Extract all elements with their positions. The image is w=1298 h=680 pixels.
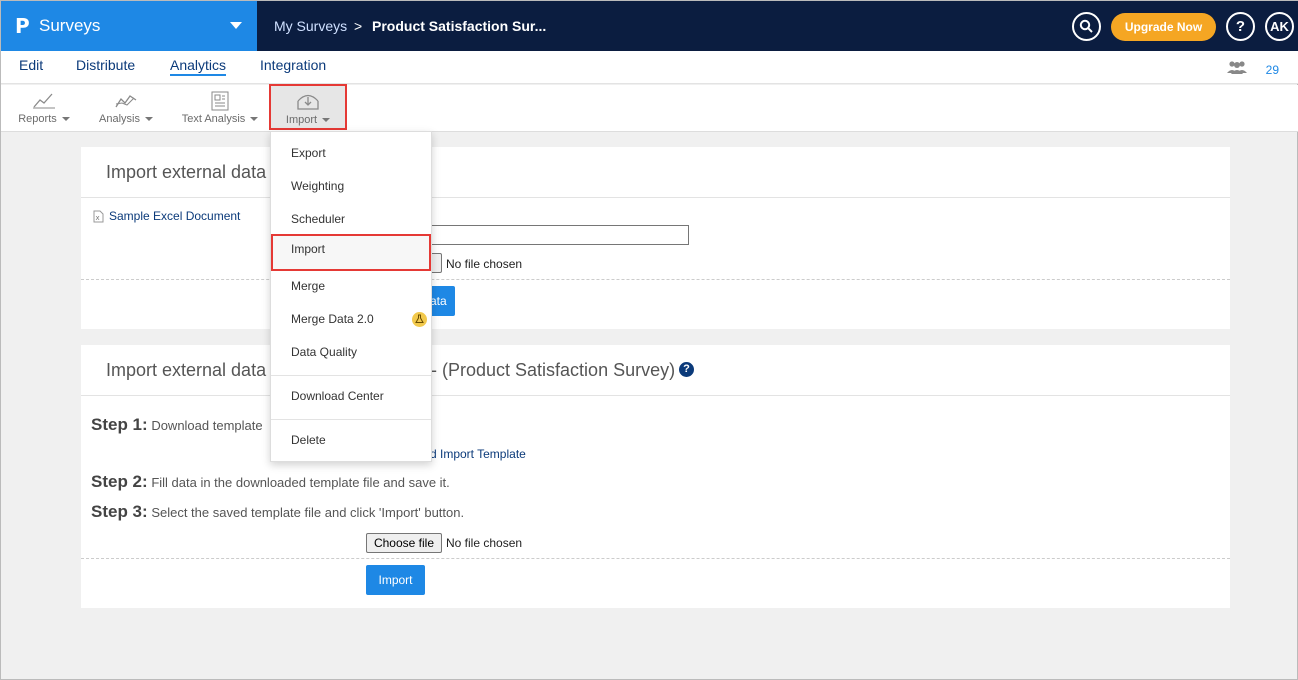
menu-divider [271,419,431,420]
tab-distribute[interactable]: Distribute [76,57,135,73]
text-analysis-label: Text Analysis [181,113,246,125]
import-dropdown-menu: Export Weighting Scheduler Import Merge … [270,131,432,462]
breadcrumb-separator: > [354,18,363,34]
card-title: Import external data [106,162,267,182]
analytics-toolbar: Reports Analysis Text Analysis Import [1,84,1298,132]
step-3: Step 3: Select the saved template file a… [91,502,464,522]
participants-indicator[interactable]: 29 [1226,60,1279,77]
search-icon [1079,19,1093,33]
step-1-label: Step 1: [91,415,148,434]
app-name: Surveys [39,16,101,35]
search-button[interactable] [1072,12,1101,41]
chevron-down-icon [230,22,242,29]
caret-down-icon [322,118,331,123]
beta-flask-icon [412,312,427,327]
sample-excel-link[interactable]: Sample Excel Document [109,209,240,223]
svg-text:x: x [96,214,100,222]
download-import-template-link[interactable]: d Import Template [430,447,526,461]
step-3-text: Select the saved template file and click… [151,505,465,520]
divider [81,395,1230,396]
menu-item-delete[interactable]: Delete [271,425,431,455]
analysis-chart-icon [93,85,159,111]
choose-file-button[interactable]: Choose file [366,533,442,553]
breadcrumb-my-surveys[interactable]: My Surveys [274,18,347,34]
menu-divider [271,375,431,376]
participants-count: 29 [1265,63,1279,77]
menu-item-download-center[interactable]: Download Center [271,381,431,411]
import-template-card: Import external data - (Product Satisfac… [81,345,1230,608]
help-button[interactable]: ? [1226,12,1255,41]
menu-item-weighting[interactable]: Weighting [271,171,431,201]
top-navigation-bar: P Surveys My Surveys > Product Satisfact… [1,1,1298,51]
users-icon [1226,61,1252,77]
dashed-divider [81,279,1230,280]
step-1: Step 1: Download template [91,415,263,435]
card-title: Import external data [106,360,267,380]
caret-down-icon [144,117,153,122]
main-tabs: Edit Distribute Analytics Integration 29 [1,51,1298,84]
import-label: Import [285,114,318,126]
menu-item-import[interactable]: Import [271,234,431,271]
step-1-text: Download template [151,418,263,433]
text-analysis-menu[interactable]: Text Analysis [177,85,263,131]
step-2: Step 2: Fill data in the downloaded temp… [91,472,450,492]
app-logo: P [15,14,30,38]
divider [81,197,1230,198]
import-button[interactable]: Import [366,565,425,595]
no-file-chosen-text: No file chosen [446,257,523,271]
step-3-label: Step 3: [91,502,148,521]
menu-item-scheduler[interactable]: Scheduler [271,204,431,234]
menu-item-merge[interactable]: Merge [271,271,431,301]
reports-label: Reports [18,113,57,125]
caret-down-icon [250,117,259,122]
help-icon[interactable]: ? [679,362,694,377]
import-tray-icon [271,86,345,112]
app-switcher[interactable]: P Surveys [1,1,257,51]
text-analysis-icon [177,85,263,111]
excel-file-icon: x [93,210,104,228]
card-title-survey: - (Product Satisfaction Survey) [431,360,676,380]
import-data-button-label: ata [430,294,447,308]
analysis-menu[interactable]: Analysis [93,85,159,131]
reports-menu[interactable]: Reports [11,85,77,131]
avatar[interactable]: AK [1265,12,1294,41]
menu-item-export[interactable]: Export [271,138,431,168]
import-data-card: Import external data x Sample Excel Docu… [81,147,1230,329]
caret-down-icon [61,117,70,122]
no-file-chosen-text: No file chosen [446,536,523,550]
data-name-input[interactable] [430,225,689,245]
line-chart-icon [11,85,77,111]
import-menu[interactable]: Import [269,84,347,130]
dashed-divider [81,558,1230,559]
analysis-label: Analysis [99,113,140,125]
tab-edit[interactable]: Edit [19,57,43,73]
menu-item-data-quality[interactable]: Data Quality [271,337,431,367]
tab-analytics[interactable]: Analytics [170,57,227,76]
import-data-button[interactable]: ata [430,286,455,316]
breadcrumb-current-survey: Product Satisfaction Sur... [372,18,547,34]
menu-item-merge-data-2[interactable]: Merge Data 2.0 [271,304,431,334]
menu-item-merge-data-2-label: Merge Data 2.0 [291,312,374,326]
tab-integration[interactable]: Integration [260,57,326,73]
step-2-label: Step 2: [91,472,148,491]
step-2-text: Fill data in the downloaded template fil… [151,475,450,490]
upgrade-now-button[interactable]: Upgrade Now [1111,13,1216,41]
